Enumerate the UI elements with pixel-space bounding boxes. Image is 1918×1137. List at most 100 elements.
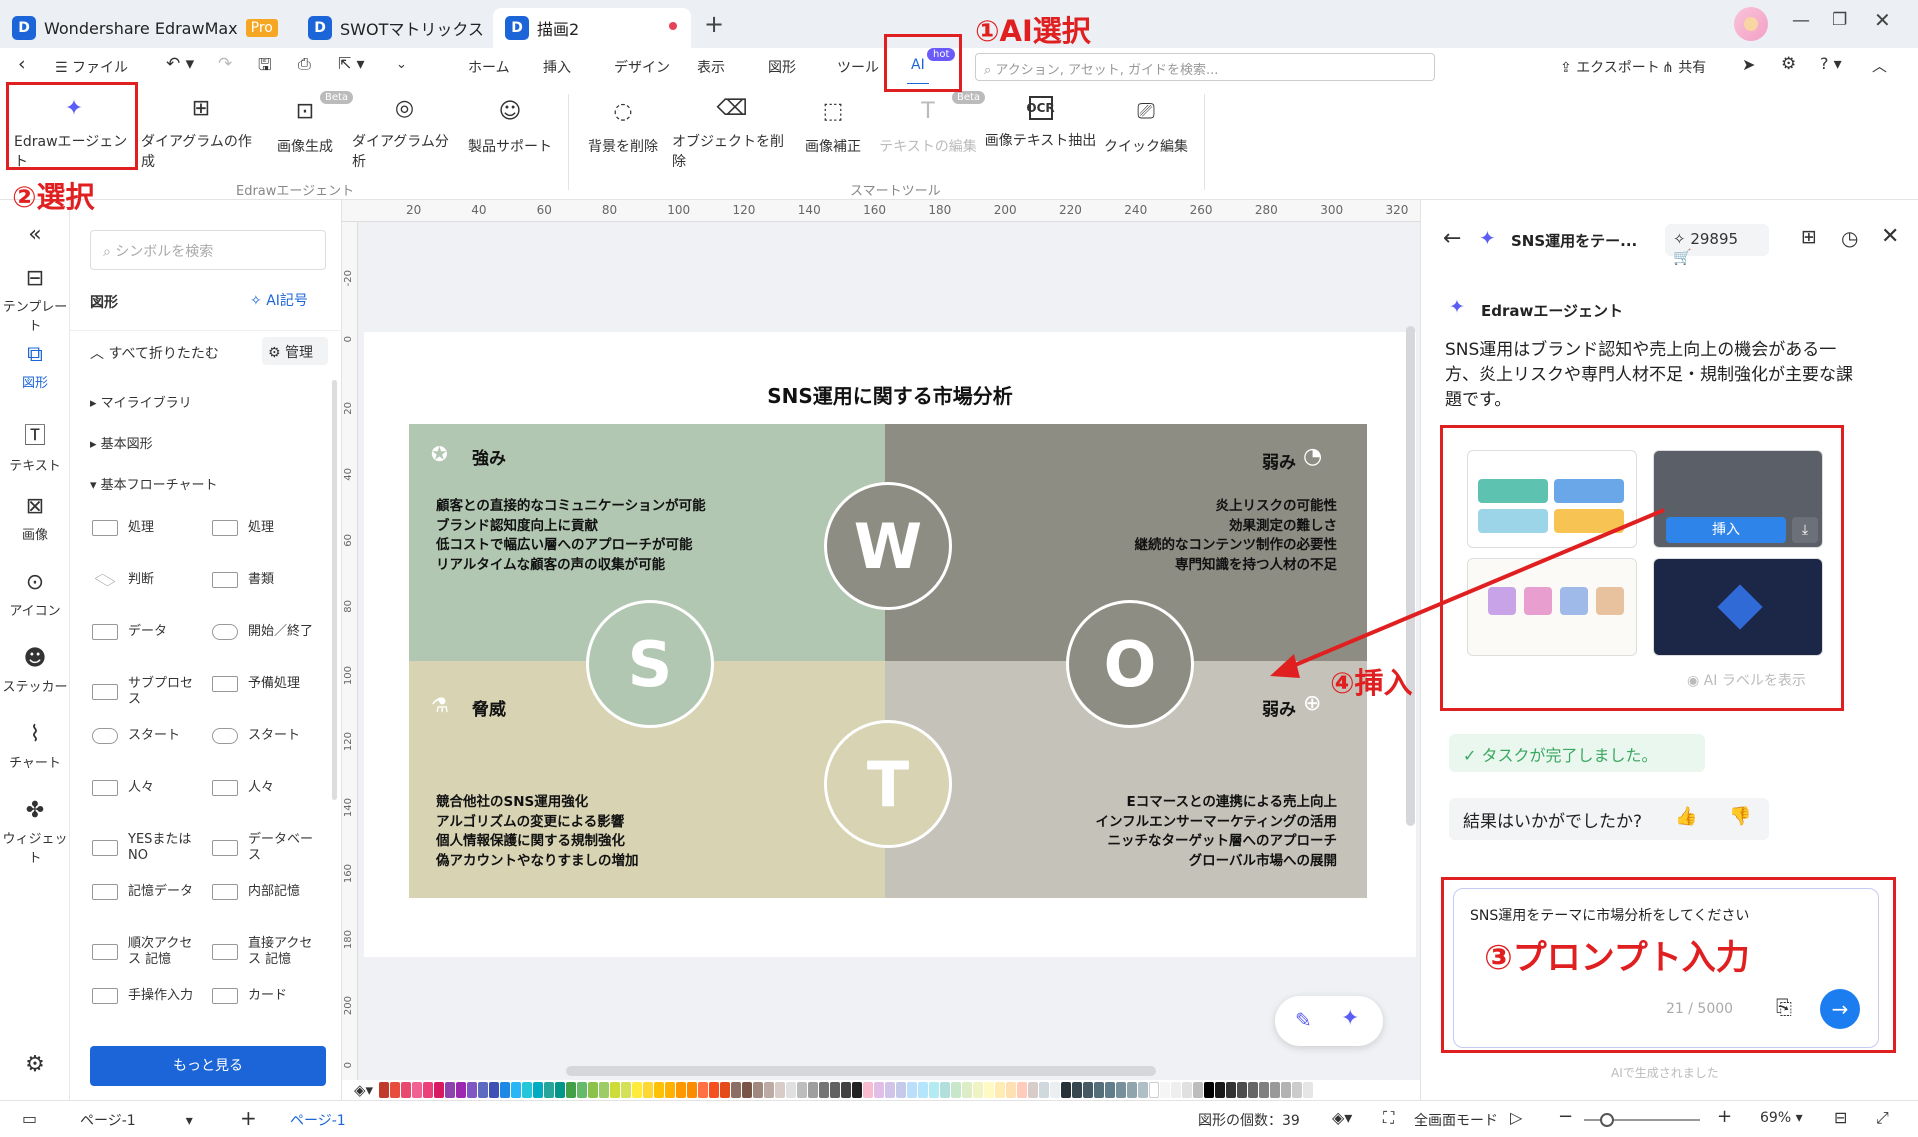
back-icon[interactable]: ‹: [18, 53, 26, 75]
color-swatch[interactable]: [1127, 1082, 1138, 1098]
page-select[interactable]: ページ-1 ▾: [80, 1110, 193, 1130]
shape-item[interactable]: 開始／終了: [212, 624, 313, 640]
color-swatch[interactable]: [588, 1082, 599, 1098]
nav-chart[interactable]: ⌇ チャート: [0, 722, 70, 771]
color-swatch[interactable]: [995, 1082, 1006, 1098]
quick-edit-button[interactable]: ⎚ クイック編集: [1103, 94, 1189, 164]
color-swatch[interactable]: [1149, 1082, 1160, 1098]
color-swatch[interactable]: [500, 1082, 511, 1098]
shape-item[interactable]: YESまたは NO: [92, 832, 198, 864]
color-swatch[interactable]: [929, 1082, 940, 1098]
color-swatch[interactable]: [698, 1082, 709, 1098]
zoom-slider-handle[interactable]: [1600, 1113, 1614, 1127]
color-swatch[interactable]: [599, 1082, 610, 1098]
remove-object-button[interactable]: ⌫ オブジェクトを削除: [672, 94, 792, 170]
color-swatch[interactable]: [1072, 1082, 1083, 1098]
color-swatch[interactable]: [896, 1082, 907, 1098]
nav-sticker[interactable]: ☻ ステッカー: [0, 646, 70, 695]
export-quick-icon[interactable]: ⇱ ▾: [338, 54, 365, 73]
magic-wand-icon[interactable]: ✎: [1295, 1008, 1312, 1032]
shape-item[interactable]: 書類: [212, 572, 274, 588]
shape-item[interactable]: データ: [92, 624, 167, 640]
shape-item[interactable]: データベース: [212, 832, 318, 864]
shape-item[interactable]: カード: [212, 988, 287, 1004]
color-swatch[interactable]: [412, 1082, 423, 1098]
page-tab[interactable]: ページ-1: [290, 1110, 346, 1130]
color-swatch[interactable]: [522, 1082, 533, 1098]
zoom-level[interactable]: 69% ▾: [1760, 1110, 1803, 1126]
color-swatch[interactable]: [852, 1082, 863, 1098]
app-tab[interactable]: D Wondershare EdrawMax Pro: [0, 8, 290, 48]
more-shapes-button[interactable]: もっと見る: [90, 1046, 326, 1086]
tab-design[interactable]: デザイン: [614, 57, 670, 77]
library-flowchart[interactable]: ▾ 基本フローチャート: [90, 474, 218, 493]
color-swatch[interactable]: [1083, 1082, 1094, 1098]
color-swatch[interactable]: [1094, 1082, 1105, 1098]
export-button[interactable]: ⇪ エクスポート: [1560, 57, 1660, 77]
close-window-icon[interactable]: ✕: [1874, 8, 1891, 32]
back-arrow-icon[interactable]: ←: [1443, 226, 1461, 251]
color-swatch[interactable]: [874, 1082, 885, 1098]
color-swatch[interactable]: [577, 1082, 588, 1098]
shape-item[interactable]: 人々: [212, 780, 274, 796]
tab-insert[interactable]: 挿入: [543, 57, 571, 77]
send-icon[interactable]: ➤: [1742, 55, 1755, 74]
color-swatch[interactable]: [544, 1082, 555, 1098]
color-swatch[interactable]: [962, 1082, 973, 1098]
color-swatch[interactable]: [951, 1082, 962, 1098]
shape-item[interactable]: 直接アクセス 記憶: [212, 936, 318, 968]
color-swatch[interactable]: [467, 1082, 478, 1098]
more-icon[interactable]: ⌄: [396, 57, 407, 72]
nav-widget[interactable]: ✤ ウィジェット: [0, 798, 70, 866]
play-icon[interactable]: ▷: [1510, 1108, 1522, 1127]
color-swatch[interactable]: [665, 1082, 676, 1098]
page-panel-icon[interactable]: ▭: [22, 1109, 37, 1128]
color-swatch[interactable]: [775, 1082, 786, 1098]
tab-drawing2[interactable]: D 描画2: [493, 8, 691, 48]
tab-view[interactable]: 表示: [697, 57, 725, 77]
color-swatch[interactable]: [1160, 1082, 1171, 1098]
shape-item[interactable]: 人々: [92, 780, 154, 796]
nav-shapes[interactable]: ⧉ 図形: [0, 342, 70, 391]
add-page-icon[interactable]: +: [240, 1106, 257, 1130]
shape-item[interactable]: 順次アクセス 記憶: [92, 936, 198, 968]
color-swatch[interactable]: [1281, 1082, 1292, 1098]
file-menu[interactable]: ☰ ファイル: [55, 57, 128, 77]
color-swatch[interactable]: [390, 1082, 401, 1098]
color-swatch[interactable]: [643, 1082, 654, 1098]
color-swatch[interactable]: [401, 1082, 412, 1098]
library-my[interactable]: ▸ マイライブラリ: [90, 392, 192, 411]
color-swatch[interactable]: [1028, 1082, 1039, 1098]
image-enhance-button[interactable]: ⬚ 画像補正: [798, 94, 868, 164]
color-swatch[interactable]: [731, 1082, 742, 1098]
zoom-out-icon[interactable]: −: [1558, 1106, 1573, 1127]
color-swatch[interactable]: [1226, 1082, 1237, 1098]
fit-icon[interactable]: ⛶: [1383, 1108, 1394, 1128]
color-swatch[interactable]: [1215, 1082, 1226, 1098]
tab-home[interactable]: ホーム: [468, 57, 510, 77]
horizontal-scrollbar[interactable]: [566, 1066, 1156, 1076]
help-icon[interactable]: ? ▾: [1820, 54, 1842, 73]
color-swatch[interactable]: [379, 1082, 390, 1098]
image-gen-button[interactable]: ⊡ 画像生成: [265, 94, 345, 164]
thumbs-down-icon[interactable]: 👎: [1729, 806, 1751, 827]
color-swatch[interactable]: [1171, 1082, 1182, 1098]
color-swatch[interactable]: [720, 1082, 731, 1098]
color-swatch[interactable]: [1182, 1082, 1193, 1098]
undo-icon[interactable]: ↶ ▾: [166, 54, 194, 74]
swot-letter-t[interactable]: T: [824, 720, 952, 848]
color-swatch[interactable]: [709, 1082, 720, 1098]
text-edit-button[interactable]: T テキストの編集: [878, 94, 978, 164]
color-swatch[interactable]: [1050, 1082, 1061, 1098]
color-swatch[interactable]: [445, 1082, 456, 1098]
tab-shape[interactable]: 図形: [768, 57, 796, 77]
nav-text[interactable]: 🅃 テキスト: [0, 418, 70, 474]
credits-badge[interactable]: ✧ 29895 🛒: [1665, 224, 1769, 266]
close-panel-icon[interactable]: ✕: [1881, 224, 1899, 249]
symbol-search-input[interactable]: ⌕ シンボルを検索: [90, 230, 326, 270]
color-swatch[interactable]: [863, 1082, 874, 1098]
ocr-button[interactable]: OCR 画像テキスト抽出: [983, 94, 1098, 164]
shape-item[interactable]: 処理: [212, 520, 274, 536]
color-swatch[interactable]: [1039, 1082, 1050, 1098]
color-swatch[interactable]: [621, 1082, 632, 1098]
